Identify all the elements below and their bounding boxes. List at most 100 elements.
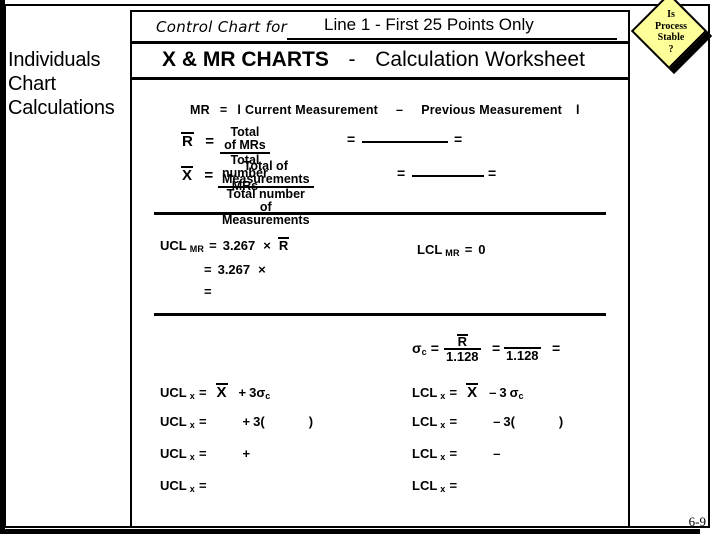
ucl-x-label-4: UCL [160,478,187,493]
worksheet-subtitle-row: Control Chart for Line 1 - First 25 Poin… [132,12,628,44]
section-divider-2 [154,313,606,316]
ucl-x-sign-3: + [242,446,251,461]
lcl-x-subscript-2: x [440,420,446,430]
lcl-x-sigma-sub-1: c [518,391,524,401]
lcl-x-coef-2: 3 [503,414,511,429]
ucl-mr-line-2: = 3.267 × [204,262,266,277]
lcl-x-label-2: LCL [412,414,438,429]
mr-definition-bar-close: l [576,103,580,117]
xbar-equals: = [204,167,214,184]
lcl-mr-label: LCL [417,242,443,257]
xbar-symbol-group: X = [180,166,214,184]
ucl-mr-constant: 3.267 [222,238,256,253]
control-chart-blank-line [287,38,617,40]
xbar-blank-line [412,175,484,177]
lcl-x-sign-2: – [493,414,501,429]
ucl-x-sign-2: + [242,414,251,429]
ucl-x-label-2: UCL [160,414,187,429]
control-chart-for-label: Control Chart for [156,18,288,36]
lcl-x-equals-3: = [449,446,458,461]
sigma-fraction-2: 1.128 [504,334,541,362]
xbar-equals-2: = [397,165,406,181]
sigma-equals: = [430,340,439,356]
lcl-x-subscript-4: x [440,484,446,494]
worksheet-title-bold: X & MR CHARTS [162,48,329,71]
ucl-mr-line2-equals: = [204,262,212,277]
control-chart-for-value: Line 1 - First 25 Points Only [324,15,534,34]
worksheet-title-row: X & MR CHARTS - Calculation Worksheet [132,44,628,80]
lcl-x-row-1: LCL x = X –3 σc [412,383,524,401]
lcl-x-row-2: LCL x = –3() [412,414,563,430]
calculation-worksheet: Control Chart for Line 1 - First 25 Poin… [130,10,630,528]
ucl-x-paren-close-2: ) [308,414,314,429]
badge-label: Is Process Stable ? [654,9,688,55]
ucl-mr-line2-constant: 3.267 [217,262,251,277]
sigma-subscript: c [421,347,427,357]
ucl-x-subscript-1: x [189,391,195,401]
xbar-numerator: Total of Measurements [222,159,310,186]
ucl-x-sigma-sub-1: c [265,391,271,401]
ucl-mr-line3-equals: = [204,284,212,299]
sigma-fraction: R 1.128 [444,334,481,363]
lcl-x-equals-1: = [449,385,458,400]
lcl-x-operand-1: X [466,383,479,401]
worksheet-title-dash: - [348,48,356,71]
mr-definition-minus: – [396,103,404,117]
sigma-equals-2: = [492,340,501,356]
sigma-numerator-2-blank [504,334,541,347]
lcl-x-coef-1: 3 [499,385,507,400]
slide-canvas: Individuals Chart Calculations Control C… [0,0,720,540]
sigma-equals-3: = [552,340,561,356]
ucl-x-equals-4: = [198,478,207,493]
ucl-x-row-4: UCL x = [160,478,207,494]
rbar-blank-line [362,141,448,143]
lcl-x-paren-open-2: ( [510,414,515,429]
sigma-symbol-group: σc = [412,340,439,357]
lcl-x-row-4: LCL x = [412,478,457,494]
side-caption: Individuals Chart Calculations [8,49,115,119]
rbar-symbol: R [181,132,194,150]
lcl-x-sign-1: – [489,385,497,400]
worksheet-title: X & MR CHARTS - Calculation Worksheet [162,48,585,72]
lcl-mr-subscript: MR [445,248,460,258]
ucl-x-equals-3: = [198,446,207,461]
xbar-symbol: X [180,166,194,184]
mr-definition-term2: Previous Measurement [421,103,563,117]
lcl-x-label-3: LCL [412,446,438,461]
lcl-x-equals-2: = [449,414,458,429]
sigma-numerator-group: R [444,334,481,348]
ucl-x-subscript-4: x [189,484,195,494]
lcl-mr-equals: = [464,242,473,257]
lcl-x-subscript-1: x [440,391,446,401]
xbar-fraction: Total of Measurements Total number of Me… [218,160,314,227]
ucl-x-label-1: UCL [160,385,187,400]
mr-definition-equals: = [219,103,228,117]
ucl-x-operand-1: X [215,383,228,401]
mr-definition-lead: MR [190,103,210,117]
rbar-equals: = [205,133,214,150]
lcl-x-subscript-3: x [440,452,446,462]
sigma-numerator: R [456,334,469,349]
lcl-x-sign-3: – [493,446,501,461]
lcl-x-label-4: LCL [412,478,438,493]
ucl-mr-line2-times: × [258,262,266,277]
ucl-x-label-3: UCL [160,446,187,461]
sigma-denominator-2: 1.128 [506,348,539,363]
xbar-denominator: Total number of Measurements [221,187,310,227]
ucl-mr-line-3: = [204,284,212,299]
ucl-x-row-3: UCL x = + [160,446,251,462]
frame-shadow-bottom [0,529,700,534]
xbar-equals-3: = [488,165,497,181]
mr-definition-term1: Current Measurement [245,103,379,117]
ucl-mr-line-1: UCL MR = 3.267 × R [160,237,290,254]
ucl-x-subscript-3: x [189,452,195,462]
section-divider-1 [154,212,606,215]
ucl-mr-subscript: MR [189,244,205,254]
rbar-symbol-group: R = [181,132,214,150]
rbar-numerator: Total of MRs [224,125,266,152]
ucl-mr-equals: = [209,238,217,253]
lcl-mr-line: LCL MR = 0 [417,242,486,258]
sigma-symbol: σ [412,340,422,356]
ucl-x-equals-2: = [198,414,207,429]
sigma-denominator: 1.128 [446,349,479,364]
